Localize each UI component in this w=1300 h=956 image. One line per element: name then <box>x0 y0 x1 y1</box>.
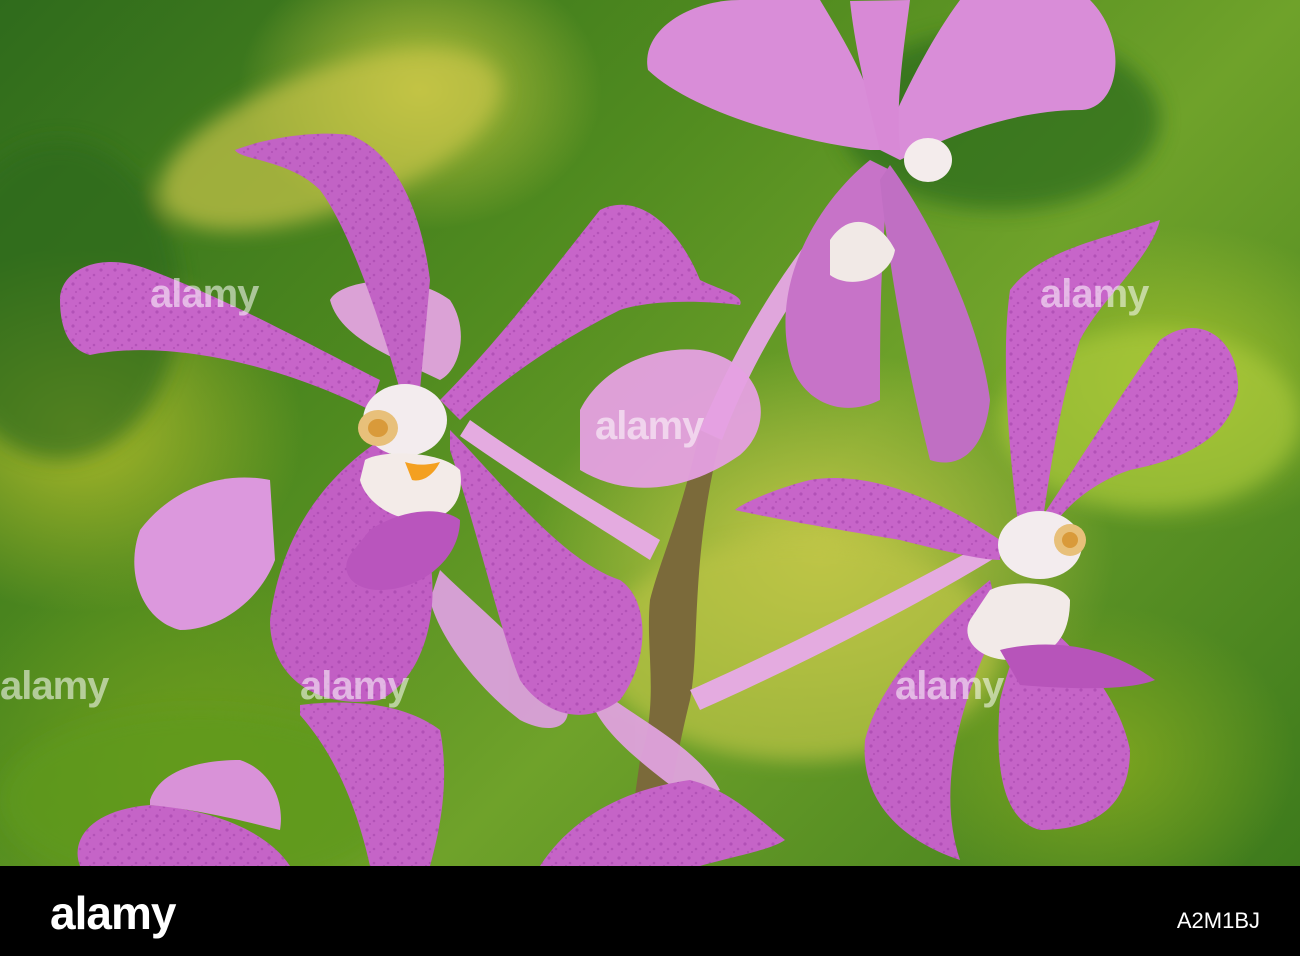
orchid-photo: alamy alamy alamy alamy alamy alamy <box>0 0 1300 866</box>
orchid-illustration <box>0 0 1300 866</box>
image-id: A2M1BJ <box>1176 908 1260 933</box>
footer-bar <box>0 866 1300 956</box>
alamy-logo: alamy <box>50 887 176 939</box>
